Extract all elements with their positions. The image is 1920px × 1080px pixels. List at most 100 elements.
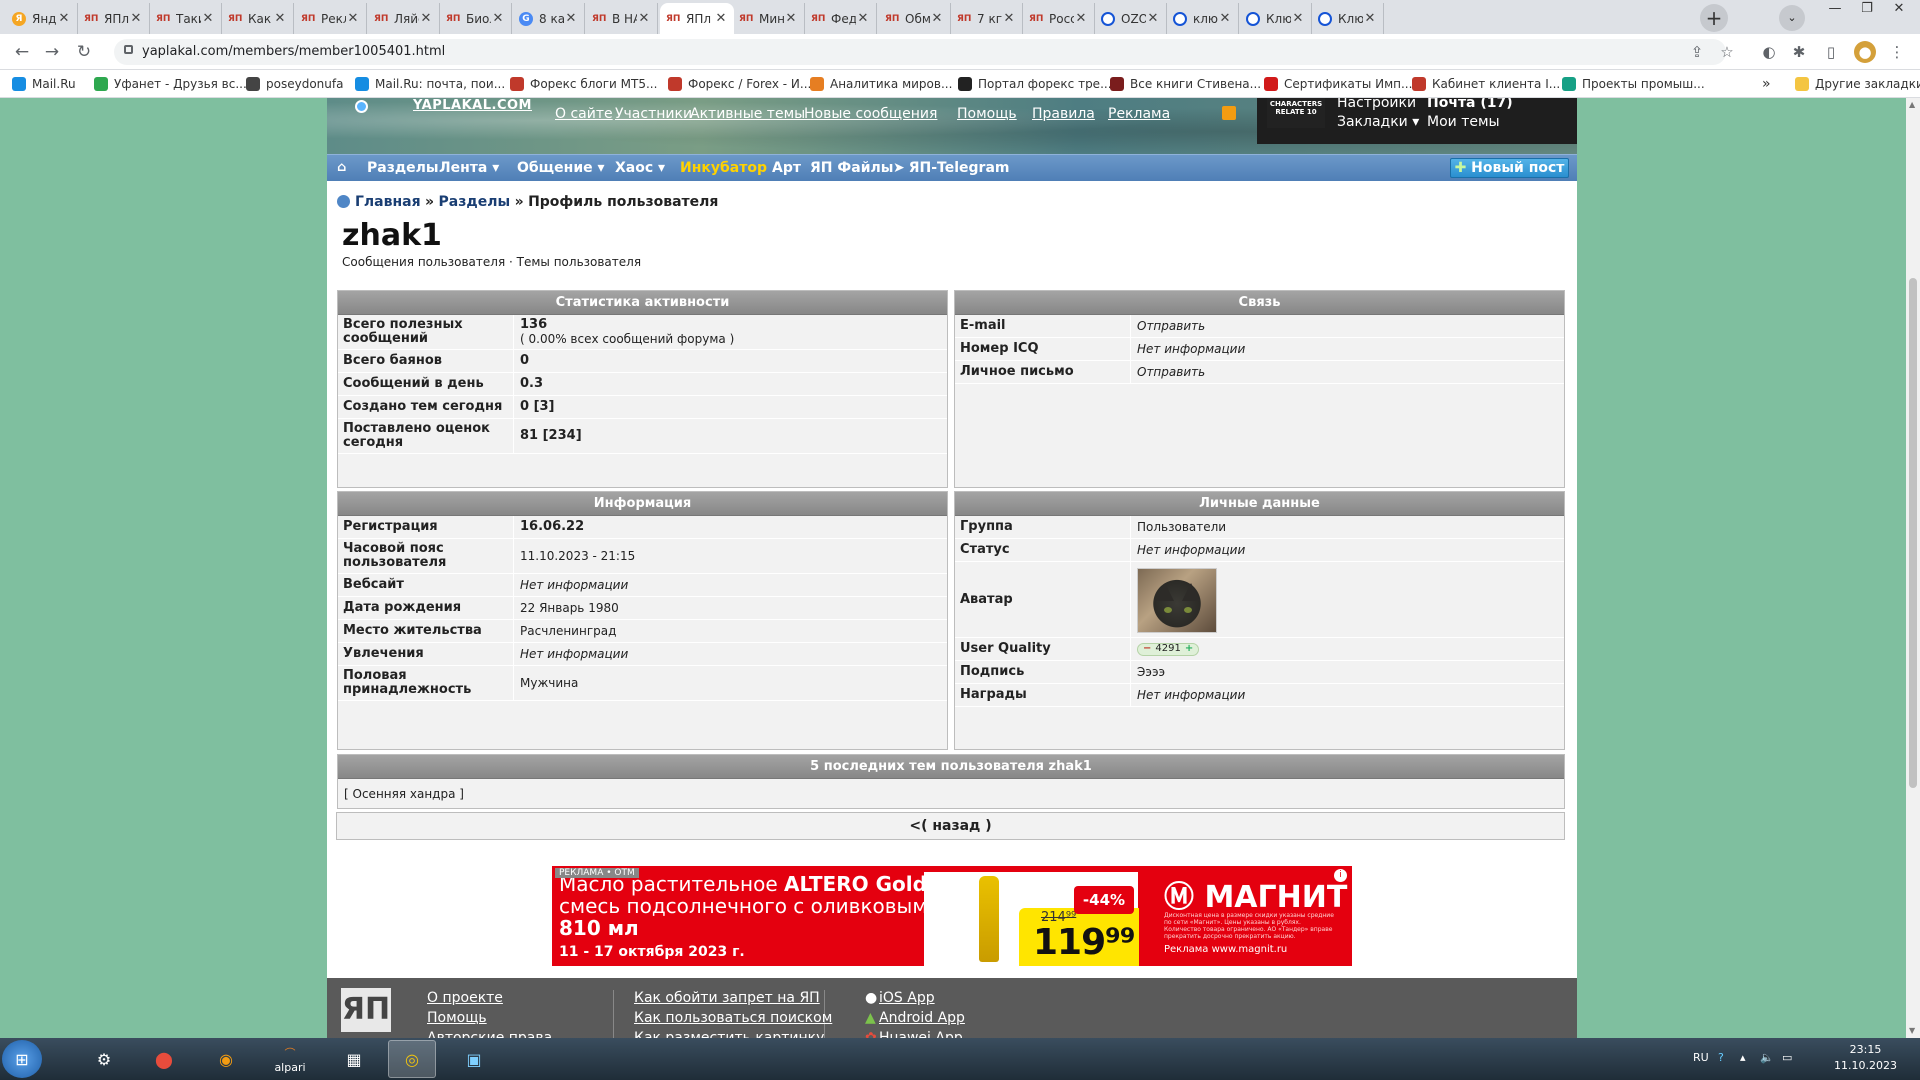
steam-icon[interactable]: ⚙	[80, 1040, 128, 1078]
tab-close-icon[interactable]: ✕	[1291, 11, 1305, 26]
scroll-down-icon[interactable]: ▼	[1909, 1026, 1915, 1035]
browser-tab[interactable]: ЯП Рекл✕	[295, 3, 367, 34]
mail-link[interactable]: Почта (17)	[1427, 98, 1513, 111]
new-post-button[interactable]: ✚ Новый пост	[1450, 158, 1569, 178]
tab-close-icon[interactable]: ✕	[491, 11, 505, 26]
bookmarks-dropdown[interactable]: Закладки ▾	[1337, 114, 1419, 130]
menu-kebab-icon[interactable]: ⋮	[1886, 41, 1908, 63]
red-app-icon[interactable]: ⬤	[140, 1040, 188, 1078]
nav-item[interactable]: Арт	[772, 160, 801, 176]
extensions-puzzle-icon[interactable]: ✱	[1788, 41, 1810, 63]
tab-close-icon[interactable]: ✕	[273, 11, 287, 26]
browser-tab[interactable]: ЯП Обм ✕	[879, 3, 951, 34]
minimize-button[interactable]: —	[1820, 0, 1850, 20]
back-arrow-icon[interactable]: ←	[10, 40, 34, 64]
top-link[interactable]: Помощь	[957, 106, 1017, 122]
tab-close-icon[interactable]: ✕	[784, 11, 798, 26]
top-link[interactable]: Новые сообщения	[804, 106, 937, 122]
extension-shield-icon[interactable]: ◐	[1758, 41, 1780, 63]
user-topics-link[interactable]: Темы пользователя	[517, 255, 641, 269]
page-scrollbar[interactable]: ▲ ▼	[1906, 98, 1920, 1038]
bookmark-item[interactable]: Сертификаты Имп...	[1264, 75, 1412, 93]
tab-close-icon[interactable]: ✕	[856, 11, 870, 26]
site-logo[interactable]: YAPLAKAL.COM	[413, 98, 532, 113]
firefox-icon[interactable]: ◉	[202, 1040, 250, 1078]
browser-tab[interactable]: ЯП Росс✕	[1023, 3, 1095, 34]
alpari-icon[interactable]: ⌒ alpari	[266, 1040, 314, 1078]
bookmark-item[interactable]: Проекты промыш...	[1562, 75, 1705, 93]
chrome-icon[interactable]: ◎	[388, 1040, 436, 1078]
volume-icon[interactable]: 🔈	[1760, 1051, 1774, 1064]
send-link[interactable]: Отправить	[1137, 365, 1558, 379]
language-indicator[interactable]: RU	[1693, 1051, 1709, 1064]
browser-tab[interactable]: Я Янде✕	[6, 3, 78, 34]
browser-tab[interactable]: ЯП Ляйс✕	[368, 3, 440, 34]
new-tab-button[interactable]: +	[1700, 4, 1728, 32]
tray-expand-icon[interactable]: ▴	[1740, 1051, 1746, 1064]
maximize-button[interactable]: ❐	[1852, 0, 1882, 20]
footer-link[interactable]: ✿ Huawei App	[865, 1030, 963, 1038]
nav-item[interactable]: Лента ▾	[439, 160, 499, 176]
browser-tab[interactable]: ЯП Биол✕	[440, 3, 512, 34]
advertisement-banner[interactable]: Масло растительное ALTERO Gold, смесь по…	[552, 866, 1352, 966]
bookmark-item[interactable]: Кабинет клиента I...	[1412, 75, 1560, 93]
system-clock[interactable]: 23:15 11.10.2023	[1834, 1042, 1897, 1074]
recent-topic-link[interactable]: Осенняя хандра	[353, 787, 456, 801]
settings-link[interactable]: Настройки	[1337, 98, 1416, 111]
breadcrumb-sections[interactable]: Разделы	[439, 194, 511, 210]
help-icon[interactable]: ?	[1718, 1051, 1724, 1064]
back-link[interactable]: назад	[932, 818, 980, 834]
tab-search-button[interactable]: ⌄	[1779, 5, 1805, 31]
browser-tab[interactable]: ЯП ЯПл ✕	[660, 3, 734, 34]
nav-item[interactable]: Инкубатор	[680, 160, 767, 176]
scroll-up-icon[interactable]: ▲	[1909, 100, 1915, 109]
bookmark-item[interactable]: Форекс / Forex - И...	[668, 75, 811, 93]
share-icon[interactable]: ⇪	[1686, 41, 1708, 63]
tab-close-icon[interactable]: ✕	[1146, 11, 1160, 26]
home-icon[interactable]: ⌂	[337, 160, 346, 175]
footer-link[interactable]: Как обойти запрет на ЯП	[634, 990, 820, 1006]
bookmarks-overflow-button[interactable]: »	[1762, 75, 1771, 93]
browser-tab[interactable]: ЯП Как ✕	[222, 3, 294, 34]
bookmark-star-icon[interactable]: ☆	[1716, 41, 1738, 63]
tab-close-icon[interactable]: ✕	[1074, 11, 1088, 26]
top-link[interactable]: Правила	[1032, 106, 1095, 122]
minus-icon[interactable]: −	[1143, 642, 1151, 656]
footer-link[interactable]: Как пользоваться поиском	[634, 1010, 832, 1026]
send-link[interactable]: Отправить	[1137, 319, 1558, 333]
browser-tab[interactable]: Клю ✕	[1240, 3, 1312, 34]
top-link[interactable]: Реклама	[1108, 106, 1170, 122]
tab-close-icon[interactable]: ✕	[714, 11, 728, 26]
bookmark-item[interactable]: Аналитика миров...	[810, 75, 952, 93]
browser-tab[interactable]: G 8 ка ✕	[513, 3, 585, 34]
tab-close-icon[interactable]: ✕	[1002, 11, 1016, 26]
tab-close-icon[interactable]: ✕	[1363, 11, 1377, 26]
rss-icon[interactable]	[1222, 106, 1236, 120]
promo-badge[interactable]: CHARACTERS RELATE 10	[1267, 98, 1325, 128]
bookmark-item[interactable]: Портал форекс тре...	[958, 75, 1112, 93]
browser-tab[interactable]: ЯП В НА✕	[586, 3, 658, 34]
scrollbar-thumb[interactable]	[1909, 278, 1917, 788]
side-panel-icon[interactable]: ▯	[1820, 41, 1842, 63]
tab-close-icon[interactable]: ✕	[129, 11, 143, 26]
other-bookmarks-folder[interactable]: Другие закладки	[1795, 75, 1920, 93]
tab-close-icon[interactable]: ✕	[564, 11, 578, 26]
start-button-icon[interactable]: ⊞	[2, 1040, 42, 1078]
tab-close-icon[interactable]: ✕	[637, 11, 651, 26]
tab-close-icon[interactable]: ✕	[201, 11, 215, 26]
footer-link[interactable]: Авторские права	[427, 1030, 552, 1038]
browser-tab[interactable]: ЯП ЯПл ✕	[78, 3, 150, 34]
nav-item[interactable]: Общение ▾	[517, 160, 605, 176]
browser-tab[interactable]: ЯП 7 кг ✕	[951, 3, 1023, 34]
photo-viewer-icon[interactable]: ▣	[450, 1040, 498, 1078]
nav-item[interactable]: Разделы	[367, 160, 439, 176]
browser-tab[interactable]: OZO ✕	[1095, 3, 1167, 34]
breadcrumb-home[interactable]: Главная	[355, 194, 421, 210]
footer-link[interactable]: О проекте	[427, 990, 503, 1006]
ad-info-icon[interactable]: i	[1334, 869, 1347, 882]
close-window-button[interactable]: ✕	[1884, 0, 1914, 20]
footer-link[interactable]: Помощь	[427, 1010, 487, 1026]
profile-avatar[interactable]: ●	[1854, 41, 1876, 63]
tab-close-icon[interactable]: ✕	[930, 11, 944, 26]
bookmark-item[interactable]: Все книги Стивена...	[1110, 75, 1261, 93]
